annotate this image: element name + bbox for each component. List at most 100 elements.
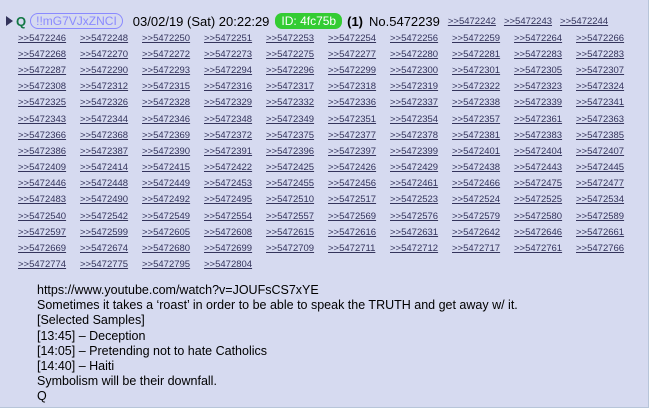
reply-link[interactable]: >>5472646 <box>514 227 576 238</box>
reply-link[interactable]: >>5472363 <box>576 114 638 125</box>
reply-link[interactable]: >>5472466 <box>452 178 514 189</box>
reply-link[interactable]: >>5472599 <box>80 227 142 238</box>
reply-link[interactable]: >>5472385 <box>576 130 638 141</box>
reply-link[interactable]: >>5472329 <box>204 97 266 108</box>
reply-link[interactable]: >>5472326 <box>80 97 142 108</box>
reply-link[interactable]: >>5472642 <box>452 227 514 238</box>
reply-link[interactable]: >>5472775 <box>80 259 142 270</box>
reply-link[interactable]: >>5472253 <box>266 33 328 44</box>
reply-link[interactable]: >>5472246 <box>18 33 80 44</box>
reply-link[interactable]: >>5472277 <box>328 49 390 60</box>
reply-link[interactable]: >>5472315 <box>142 81 204 92</box>
reply-link[interactable]: >>5472426 <box>328 162 390 173</box>
reply-link[interactable]: >>5472268 <box>18 49 80 60</box>
reply-link[interactable]: >>5472307 <box>576 65 638 76</box>
poster-id-badge[interactable]: ID: 4fc75b <box>275 13 343 29</box>
reply-link[interactable]: >>5472301 <box>452 65 514 76</box>
reply-link[interactable]: >>5472242 <box>448 16 496 27</box>
reply-link[interactable]: >>5472415 <box>142 162 204 173</box>
reply-link[interactable]: >>5472401 <box>452 146 514 157</box>
reply-link[interactable]: >>5472580 <box>514 211 576 222</box>
reply-link[interactable]: >>5472273 <box>204 49 266 60</box>
reply-link[interactable]: >>5472341 <box>576 97 638 108</box>
reply-link[interactable]: >>5472317 <box>266 81 328 92</box>
reply-link[interactable]: >>5472425 <box>266 162 328 173</box>
reply-link[interactable]: >>5472795 <box>142 259 204 270</box>
reply-link[interactable]: >>5472483 <box>18 194 80 205</box>
reply-link[interactable]: >>5472711 <box>328 243 390 254</box>
reply-link[interactable]: >>5472287 <box>18 65 80 76</box>
reply-link[interactable]: >>5472300 <box>390 65 452 76</box>
reply-link[interactable]: >>5472259 <box>452 33 514 44</box>
reply-link[interactable]: >>5472337 <box>390 97 452 108</box>
reply-link[interactable]: >>5472712 <box>390 243 452 254</box>
reply-link[interactable]: >>5472534 <box>576 194 638 205</box>
reply-link[interactable]: >>5472804 <box>204 259 266 270</box>
reply-link[interactable]: >>5472542 <box>80 211 142 222</box>
reply-link[interactable]: >>5472244 <box>560 16 608 27</box>
reply-link[interactable]: >>5472477 <box>576 178 638 189</box>
reply-link[interactable]: >>5472391 <box>204 146 266 157</box>
reply-link[interactable]: >>5472407 <box>576 146 638 157</box>
reply-link[interactable]: >>5472674 <box>80 243 142 254</box>
reply-link[interactable]: >>5472774 <box>18 259 80 270</box>
reply-link[interactable]: >>5472377 <box>328 130 390 141</box>
reply-link[interactable]: >>5472328 <box>142 97 204 108</box>
reply-link[interactable]: >>5472387 <box>80 146 142 157</box>
reply-link[interactable]: >>5472510 <box>266 194 328 205</box>
reply-link[interactable]: >>5472517 <box>328 194 390 205</box>
reply-link[interactable]: >>5472332 <box>266 97 328 108</box>
reply-link[interactable]: >>5472554 <box>204 211 266 222</box>
reply-link[interactable]: >>5472322 <box>452 81 514 92</box>
reply-link[interactable]: >>5472475 <box>514 178 576 189</box>
reply-link[interactable]: >>5472386 <box>18 146 80 157</box>
reply-link[interactable]: >>5472275 <box>266 49 328 60</box>
reply-link[interactable]: >>5472256 <box>390 33 452 44</box>
reply-link[interactable]: >>5472293 <box>142 65 204 76</box>
reply-link[interactable]: >>5472761 <box>514 243 576 254</box>
reply-link[interactable]: >>5472251 <box>204 33 266 44</box>
reply-link[interactable]: >>5472390 <box>142 146 204 157</box>
reply-link[interactable]: >>5472438 <box>452 162 514 173</box>
reply-link[interactable]: >>5472579 <box>452 211 514 222</box>
reply-link[interactable]: >>5472369 <box>142 130 204 141</box>
reply-link[interactable]: >>5472631 <box>390 227 452 238</box>
reply-link[interactable]: >>5472281 <box>452 49 514 60</box>
reply-link[interactable]: >>5472492 <box>142 194 204 205</box>
reply-link[interactable]: >>5472616 <box>328 227 390 238</box>
reply-link[interactable]: >>5472316 <box>204 81 266 92</box>
reply-link[interactable]: >>5472549 <box>142 211 204 222</box>
reply-link[interactable]: >>5472525 <box>514 194 576 205</box>
reply-link[interactable]: >>5472557 <box>266 211 328 222</box>
reply-link[interactable]: >>5472443 <box>514 162 576 173</box>
reply-link[interactable]: >>5472717 <box>452 243 514 254</box>
reply-link[interactable]: >>5472264 <box>514 33 576 44</box>
reply-link[interactable]: >>5472540 <box>18 211 80 222</box>
reply-link[interactable]: >>5472294 <box>204 65 266 76</box>
reply-link[interactable]: >>5472344 <box>80 114 142 125</box>
reply-link[interactable]: >>5472243 <box>504 16 552 27</box>
reply-link[interactable]: >>5472680 <box>142 243 204 254</box>
reply-link[interactable]: >>5472312 <box>80 81 142 92</box>
reply-link[interactable]: >>5472429 <box>390 162 452 173</box>
reply-link[interactable]: >>5472523 <box>390 194 452 205</box>
reply-link[interactable]: >>5472396 <box>266 146 328 157</box>
expand-arrow-icon[interactable] <box>6 16 13 26</box>
reply-link[interactable]: >>5472375 <box>266 130 328 141</box>
reply-link[interactable]: >>5472346 <box>142 114 204 125</box>
post-number[interactable]: No.5472239 <box>369 14 440 29</box>
reply-link[interactable]: >>5472709 <box>266 243 328 254</box>
youtube-link[interactable]: https://www.youtube.com/watch?v=JOUFsCS7… <box>37 283 518 298</box>
reply-link[interactable]: >>5472308 <box>18 81 80 92</box>
reply-link[interactable]: >>5472597 <box>18 227 80 238</box>
reply-link[interactable]: >>5472605 <box>142 227 204 238</box>
reply-link[interactable]: >>5472348 <box>204 114 266 125</box>
reply-link[interactable]: >>5472661 <box>576 227 638 238</box>
reply-link[interactable]: >>5472448 <box>80 178 142 189</box>
reply-link[interactable]: >>5472283 <box>576 49 638 60</box>
reply-link[interactable]: >>5472305 <box>514 65 576 76</box>
reply-link[interactable]: >>5472409 <box>18 162 80 173</box>
reply-link[interactable]: >>5472589 <box>576 211 638 222</box>
reply-link[interactable]: >>5472699 <box>204 243 266 254</box>
reply-link[interactable]: >>5472383 <box>514 130 576 141</box>
